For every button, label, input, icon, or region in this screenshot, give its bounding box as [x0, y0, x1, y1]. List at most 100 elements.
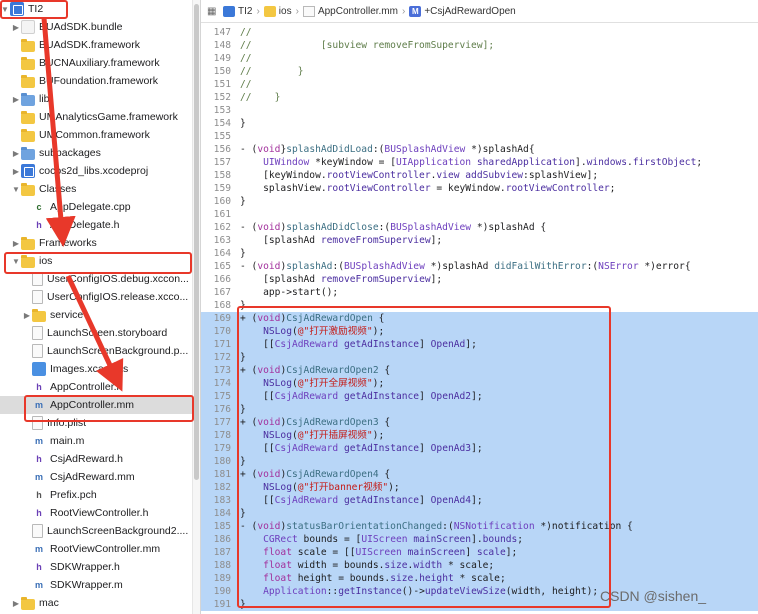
code-line[interactable]: 165 - (void)splashAd:(BUSplashAdView *)sp… [201, 260, 758, 273]
line-number: 180 [213, 456, 231, 467]
code-line[interactable]: 157 UIWindow *keyWindow = [UIApplication… [201, 156, 758, 169]
disclosure-closed-icon[interactable]: ▶ [22, 311, 32, 320]
breadcrumb-item[interactable]: ios [263, 5, 292, 17]
code-line[interactable]: 149 // [201, 52, 758, 65]
code-line[interactable]: 167 app->start(); [201, 286, 758, 299]
code-token: splashView. [240, 183, 327, 194]
navigator-item[interactable]: h SDKWrapper.h [0, 558, 200, 576]
disclosure-open-icon[interactable]: ▼ [11, 185, 21, 194]
jump-bar: ▦ TI2 › ios › AppController.mm › M +CsjAdReward… [201, 0, 758, 23]
line-number: 187 [213, 547, 231, 558]
navigator-item[interactable]: m main.m [0, 432, 200, 450]
line-number: 169 [213, 313, 231, 324]
code-text: // [subview removeFromSuperview]; [240, 39, 494, 52]
code-line[interactable]: 148 // [subview removeFromSuperview]; [201, 39, 758, 52]
breadcrumb-item[interactable]: M +CsjAdRewardOpen [409, 5, 516, 17]
navigator-item[interactable]: h RootViewController.h [0, 504, 200, 522]
navigator-item[interactable]: ▶ lib [0, 90, 200, 108]
navigator-item[interactable]: BUAdSDK.framework [0, 36, 200, 54]
breadcrumb-item[interactable]: TI2 [223, 5, 253, 17]
line-number: 176 [213, 404, 231, 415]
folder-icon [21, 92, 35, 106]
navigator-item-label: RootViewController.h [50, 507, 149, 519]
navigator-item[interactable]: m CsjAdReward.mm [0, 468, 200, 486]
disclosure-closed-icon[interactable]: ▶ [11, 149, 21, 158]
navigator-item[interactable]: ▶ mac [0, 594, 200, 612]
grid-icon[interactable]: ▦ [207, 6, 217, 17]
annotation-box-ios-folder [4, 252, 192, 274]
code-text: // [240, 52, 252, 65]
navigator-item[interactable]: ▶ subpackages [0, 144, 200, 162]
disclosure-closed-icon[interactable]: ▶ [11, 167, 21, 176]
navigator-item[interactable]: BUCNAuxiliary.framework [0, 54, 200, 72]
asset-catalog-icon [32, 362, 46, 376]
navigator-item[interactable]: UMCommon.framework [0, 126, 200, 144]
code-line[interactable]: 156 - (void}splashAdDidLoad:(BUSplashAdVi… [201, 143, 758, 156]
code-token: :( [378, 222, 391, 233]
code-line[interactable]: 154} [201, 117, 758, 130]
disclosure-closed-icon[interactable]: ▶ [11, 95, 21, 104]
line-number: 167 [213, 287, 231, 298]
code-text: - (void)splashAd:(BUSplashAdView *)splas… [240, 260, 691, 273]
code-line[interactable]: 159 splashView.rootViewController = keyW… [201, 182, 758, 195]
disclosure-closed-icon[interactable]: ▶ [11, 239, 21, 248]
disclosure-closed-icon[interactable]: ▶ [11, 599, 21, 608]
navigator-item-label: AppDelegate.h [50, 219, 120, 231]
breadcrumb-label: TI2 [238, 5, 253, 17]
code-line[interactable]: 160} [201, 195, 758, 208]
navigator-item[interactable]: h AppController.h [0, 378, 200, 396]
navigator-item[interactable]: BUFoundation.framework [0, 72, 200, 90]
line-number: 162 [213, 222, 231, 233]
navigator-scrollbar[interactable] [192, 0, 200, 614]
navigator-item-label: SDKWrapper.h [50, 561, 120, 573]
navigator-item-label: LaunchScreen.storyboard [47, 327, 168, 339]
navigator-item[interactable]: LaunchScreenBackground2.... [0, 522, 200, 540]
code-token: *)splashAd{ [465, 144, 535, 155]
navigator-item[interactable]: ▶ service [0, 306, 200, 324]
folder-icon [21, 236, 35, 250]
objc-file-icon: m [34, 580, 43, 590]
navigator-item[interactable]: ▶ cocos2d_libs.xcodeproj [0, 162, 200, 180]
code-line[interactable]: 163 [splashAd removeFromSuperview]; [201, 234, 758, 247]
navigator-item[interactable]: UserConfigIOS.release.xcco... [0, 288, 200, 306]
code-line[interactable]: 158 [keyWindow.rootViewController.view a… [201, 169, 758, 182]
code-line[interactable]: 152 // } [201, 91, 758, 104]
code-token: void [257, 144, 281, 155]
navigator-item[interactable]: ▼ Classes [0, 180, 200, 198]
code-line[interactable]: 155 [201, 130, 758, 143]
disclosure-closed-icon[interactable]: ▶ [11, 23, 21, 32]
code-line[interactable]: 166 [splashAd removeFromSuperview]; [201, 273, 758, 286]
navigator-scroll-thumb[interactable] [194, 4, 199, 480]
navigator-item[interactable]: ▶ Frameworks [0, 234, 200, 252]
method-icon: M [409, 5, 422, 17]
code-line[interactable]: 153 [201, 104, 758, 117]
navigator-item[interactable]: ▶ BUAdSDK.bundle [0, 18, 200, 36]
code-token: - ( [240, 144, 258, 155]
code-line[interactable]: 162 - (void)splashAdDidClose:(BUSplashAdV… [201, 221, 758, 234]
code-token: NSError [598, 261, 639, 272]
code-line[interactable]: 161 [201, 208, 758, 221]
objc-file-icon: m [34, 436, 43, 446]
navigator-item[interactable]: c AppDelegate.cpp [0, 198, 200, 216]
navigator-item[interactable]: h AppDelegate.h [0, 216, 200, 234]
code-line[interactable]: 150 // } [201, 65, 758, 78]
code-token: void [257, 222, 281, 233]
code-token: // [240, 53, 252, 64]
navigator-item[interactable]: h CsjAdReward.h [0, 450, 200, 468]
navigator-item-label: Classes [39, 183, 77, 195]
code-line[interactable]: 151 // [201, 78, 758, 91]
code-token: BUSplashAdView [344, 261, 425, 272]
navigator-item[interactable]: m SDKWrapper.m [0, 576, 200, 594]
code-token: void [257, 261, 281, 272]
navigator-item[interactable]: LaunchScreen.storyboard [0, 324, 200, 342]
navigator-item[interactable]: UMAnalyticsGame.framework [0, 108, 200, 126]
image-file-icon [32, 344, 43, 358]
framework-folder-icon [21, 38, 35, 52]
navigator-item[interactable]: h Prefix.pch [0, 486, 200, 504]
navigator-item[interactable]: m RootViewController.mm [0, 540, 200, 558]
breadcrumb-item[interactable]: AppController.mm [302, 5, 398, 17]
navigator-item[interactable]: Images.xcassets [0, 360, 200, 378]
code-line[interactable]: 164} [201, 247, 758, 260]
code-line[interactable]: 147 // [201, 26, 758, 39]
navigator-item[interactable]: LaunchScreenBackground.p... [0, 342, 200, 360]
